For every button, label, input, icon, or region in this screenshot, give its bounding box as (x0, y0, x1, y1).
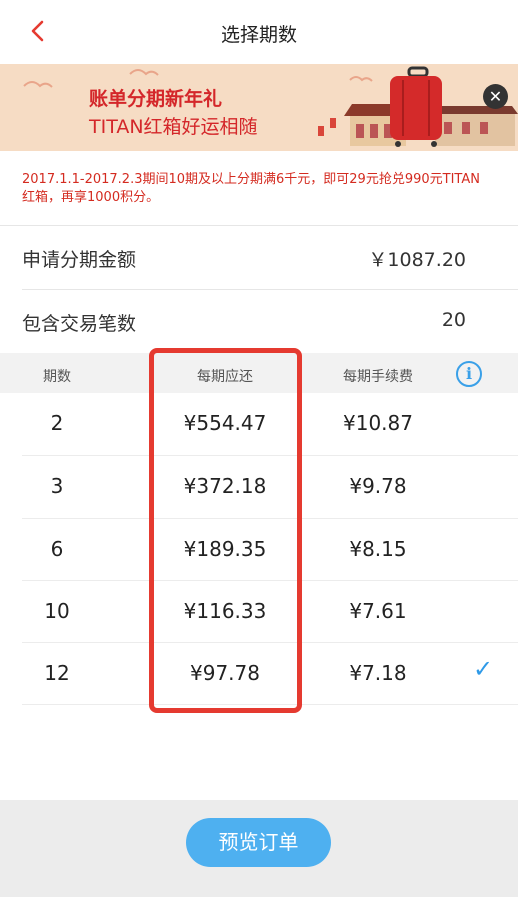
header-fee: 每期手续费 (343, 369, 413, 385)
fee-cell: ¥7.18 (349, 661, 407, 685)
payment-cell: ¥554.47 (183, 411, 267, 435)
table-row[interactable]: 2 ¥554.47 ¥10.87 (0, 393, 518, 455)
table-row[interactable]: 10 ¥116.33 ¥7.61 (0, 581, 518, 643)
table-header: 期数 每期应还 每期手续费 (0, 353, 518, 393)
table-row[interactable]: 6 ¥189.35 ¥8.15 (0, 519, 518, 581)
row-divider (22, 704, 518, 705)
period-cell: 10 (44, 599, 70, 623)
payment-cell: ¥116.33 (183, 599, 267, 623)
period-cell: 6 (50, 537, 64, 561)
payment-cell: ¥97.78 (190, 661, 260, 685)
fee-cell: ¥10.87 (343, 411, 413, 435)
close-icon[interactable]: ✕ (483, 84, 508, 109)
promo-notice: 2017.1.1-2017.2.3期间10期及以上分期满6千元，即可29元抢兑9… (0, 151, 518, 226)
preview-order-button[interactable]: 预览订单 (186, 818, 331, 867)
fee-cell: ¥7.61 (349, 599, 407, 623)
banner-title: 账单分期新年礼 (89, 88, 223, 110)
period-cell: 2 (50, 411, 64, 435)
promo-banner[interactable]: 账单分期新年礼 TITAN红箱好运相随 (0, 64, 518, 151)
fee-cell: ¥8.15 (349, 537, 407, 561)
promo-text: 2017.1.1-2017.2.3期间10期及以上分期满6千元，即可29元抢兑9… (22, 172, 480, 205)
banner-subtitle: TITAN红箱好运相随 (89, 116, 258, 138)
page-title: 选择期数 (220, 24, 297, 46)
fee-cell: ¥9.78 (349, 474, 407, 498)
count-value: 20 (441, 309, 466, 331)
period-cell: 12 (44, 661, 70, 685)
table-row[interactable]: 3 ¥372.18 ¥9.78 (0, 456, 518, 518)
table-row-selected[interactable]: 12 ¥97.78 ¥7.18 ✓ (0, 643, 518, 705)
amount-row: 申请分期金额 ￥1087.20 (0, 226, 518, 289)
amount-label: 申请分期金额 (22, 249, 137, 271)
banner-illustration (23, 66, 518, 147)
info-icon[interactable]: i (456, 361, 482, 387)
amount-value: ￥1087.20 (368, 249, 466, 271)
header-periods: 期数 (43, 369, 71, 385)
transaction-count-row: 包含交易笔数 20 (0, 290, 518, 353)
payment-cell: ¥189.35 (183, 537, 267, 561)
count-label: 包含交易笔数 (22, 313, 137, 335)
header-payment: 每期应还 (197, 369, 253, 385)
nav-bar: 选择期数 (0, 0, 518, 65)
period-cell: 3 (50, 474, 64, 498)
checkmark-icon: ✓ (473, 655, 494, 683)
payment-cell: ¥372.18 (183, 474, 267, 498)
